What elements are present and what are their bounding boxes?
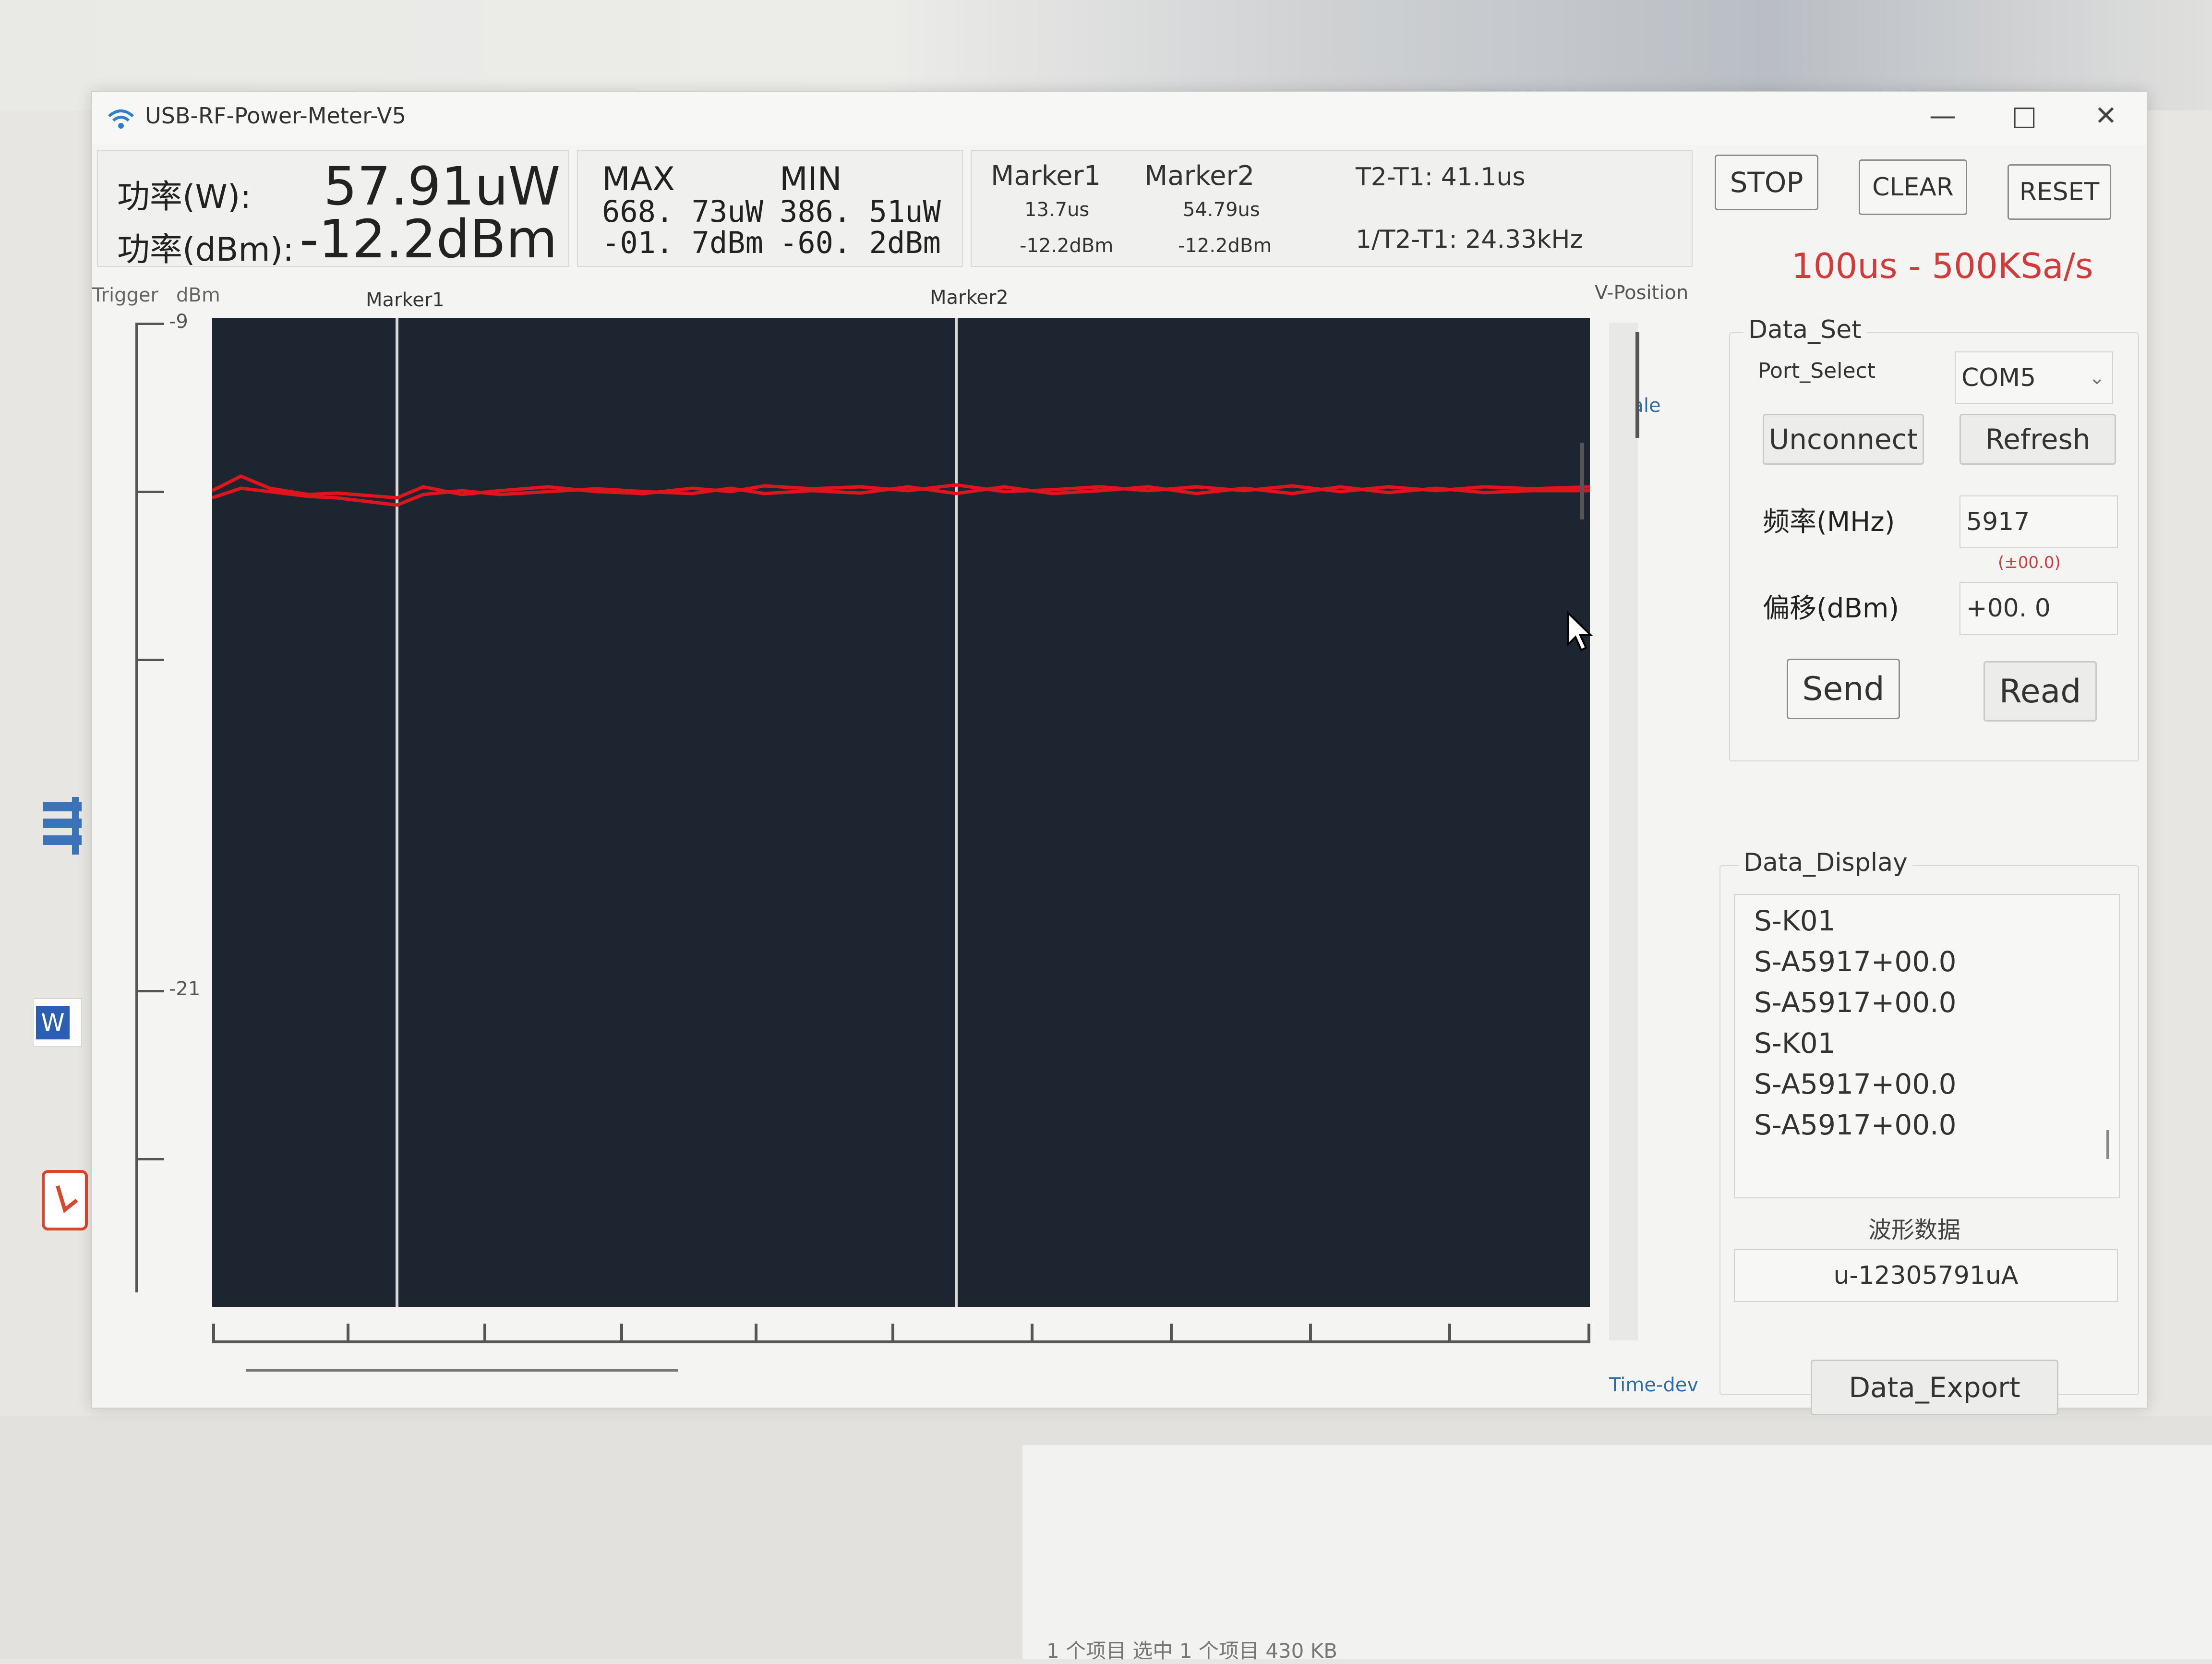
x-tick <box>755 1324 757 1343</box>
time-scrollbar[interactable] <box>246 1369 678 1372</box>
y-tick-label-top: -9 <box>169 311 188 333</box>
port-select-label: Port_Select <box>1758 359 1875 383</box>
list-item: S-A5917+00.0 <box>1754 986 1957 1019</box>
y-tick <box>138 659 164 661</box>
trigger-slider[interactable] <box>135 323 138 1292</box>
cursor-icon <box>1567 611 1593 651</box>
status-bar-text: 1 个项目 选中 1 个项目 430 KB <box>1046 1639 1338 1663</box>
x-tick <box>1170 1324 1173 1343</box>
min-w-value: 386. 51uW <box>780 194 941 229</box>
send-button[interactable]: Send <box>1787 659 1900 719</box>
x-tick <box>1031 1324 1034 1343</box>
list-item: S-A5917+00.0 <box>1754 945 1957 978</box>
reset-button[interactable]: RESET <box>2008 164 2111 220</box>
list-item: S-K01 <box>1754 904 1836 937</box>
clear-button[interactable]: CLEAR <box>1859 159 1967 215</box>
x-tick <box>347 1324 349 1343</box>
unit-label: dBm <box>176 284 220 306</box>
data-display-title: Data_Display <box>1739 848 1912 877</box>
marker1-top-label: Marker1 <box>366 289 445 311</box>
svg-text:W: W <box>41 1009 64 1037</box>
unconnect-button[interactable]: Unconnect <box>1763 414 1924 465</box>
frequency-hint: (±00.0) <box>1998 553 2061 572</box>
app-icon[interactable] <box>34 797 91 869</box>
y-tick-label-mid: -21 <box>169 978 201 1000</box>
marker2-label: Marker2 <box>1144 160 1255 192</box>
vposition-handle[interactable] <box>1635 332 1639 438</box>
y-tick <box>138 1158 164 1160</box>
offset-label: 偏移(dBm) <box>1763 593 1899 624</box>
waveform-plot[interactable] <box>211 318 1590 1307</box>
minimize-icon[interactable]: — <box>1911 97 1974 135</box>
explorer-window-fragment <box>1022 1445 2212 1659</box>
title-bar: USB-RF-Power-Meter-V5 — □ ✕ <box>92 92 2147 145</box>
vposition-label: V-Position <box>1595 282 1689 304</box>
y-tick <box>138 491 164 493</box>
markers-panel: Marker1 13.7us -12.2dBm Marker2 54.79us … <box>971 150 1693 267</box>
min-label: MIN <box>780 160 842 198</box>
power-dbm-label: 功率(dBm): <box>117 231 294 269</box>
offset-input[interactable]: +00. 0 <box>1960 582 2118 635</box>
marker1-value: -12.2dBm <box>1020 235 1114 257</box>
delta-time: T2-T1: 41.1us <box>1356 163 1526 192</box>
wave-data-label: 波形数据 <box>1868 1217 1961 1243</box>
x-tick <box>891 1324 894 1343</box>
extremes-panel: MAX 668. 73uW -01. 7dBm MIN 386. 51uW -6… <box>577 150 963 267</box>
x-tick <box>1587 1324 1590 1343</box>
list-item: S-A5917+00.0 <box>1754 1109 1957 1141</box>
frequency-input[interactable]: 5917 <box>1960 495 2118 548</box>
max-label: MAX <box>602 160 675 198</box>
sample-rate-text: 100us - 500KSa/s <box>1791 246 2093 286</box>
x-tick <box>212 1324 215 1343</box>
x-tick <box>483 1324 486 1343</box>
port-select[interactable]: COM5 ⌄ <box>1955 351 2113 404</box>
power-w-value: 57.91uW <box>324 156 561 217</box>
close-icon[interactable]: ✕ <box>2075 97 2137 135</box>
list-item: S-K01 <box>1754 1027 1836 1060</box>
y-tick <box>138 323 164 325</box>
dropdown-icon: ⌄ <box>2089 367 2105 389</box>
x-tick <box>1448 1324 1451 1343</box>
marker2-time: 54.79us <box>1183 199 1260 221</box>
x-tick <box>1309 1324 1312 1343</box>
max-w-value: 668. 73uW <box>602 194 763 229</box>
scale-handle[interactable] <box>1580 443 1584 519</box>
pdf-icon[interactable] <box>38 1167 96 1239</box>
window-title: USB-RF-Power-Meter-V5 <box>145 103 406 129</box>
wave-data-value: u-12305791uA <box>1734 1249 2118 1302</box>
data-set-title: Data_Set <box>1743 315 1866 344</box>
time-axis <box>212 1340 1590 1343</box>
word-icon[interactable]: W <box>33 984 91 1056</box>
timedev-label: Time-dev <box>1609 1374 1698 1396</box>
power-dbm-value: -12.2dBm <box>300 208 558 270</box>
data-export-button[interactable]: Data_Export <box>1811 1360 2058 1415</box>
x-tick <box>620 1324 623 1343</box>
data-display-list[interactable]: S-K01 S-A5917+00.0 S-A5917+00.0 S-K01 S-… <box>1734 894 2120 1198</box>
marker1-time: 13.7us <box>1024 199 1090 221</box>
marker2-top-label: Marker2 <box>930 287 1009 309</box>
maximize-icon[interactable]: □ <box>1993 97 2056 135</box>
stop-button[interactable]: STOP <box>1715 155 1818 210</box>
trigger-label: Trigger <box>92 284 158 306</box>
power-w-label: 功率(W): <box>117 178 252 216</box>
read-button[interactable]: Read <box>1984 661 2097 722</box>
vposition-track[interactable] <box>1609 323 1638 1340</box>
min-dbm-value: -60. 2dBm <box>780 225 941 260</box>
max-dbm-value: -01. 7dBm <box>602 225 763 260</box>
wifi-icon <box>108 109 134 129</box>
marker2-value: -12.2dBm <box>1178 235 1272 257</box>
port-select-value: COM5 <box>1961 363 2036 392</box>
list-scrollbar[interactable] <box>2106 1130 2109 1159</box>
frequency-label: 频率(MHz) <box>1763 506 1895 538</box>
marker1-label: Marker1 <box>991 160 1101 192</box>
list-item: S-A5917+00.0 <box>1754 1068 1957 1100</box>
delta-frequency: 1/T2-T1: 24.33kHz <box>1356 225 1583 254</box>
power-readout-panel: 功率(W): 57.91uW 功率(dBm): -12.2dBm <box>97 150 569 270</box>
refresh-button[interactable]: Refresh <box>1960 414 2116 465</box>
y-tick <box>138 990 164 992</box>
app-window: USB-RF-Power-Meter-V5 — □ ✕ 功率(W): 57.91… <box>91 91 2148 1415</box>
